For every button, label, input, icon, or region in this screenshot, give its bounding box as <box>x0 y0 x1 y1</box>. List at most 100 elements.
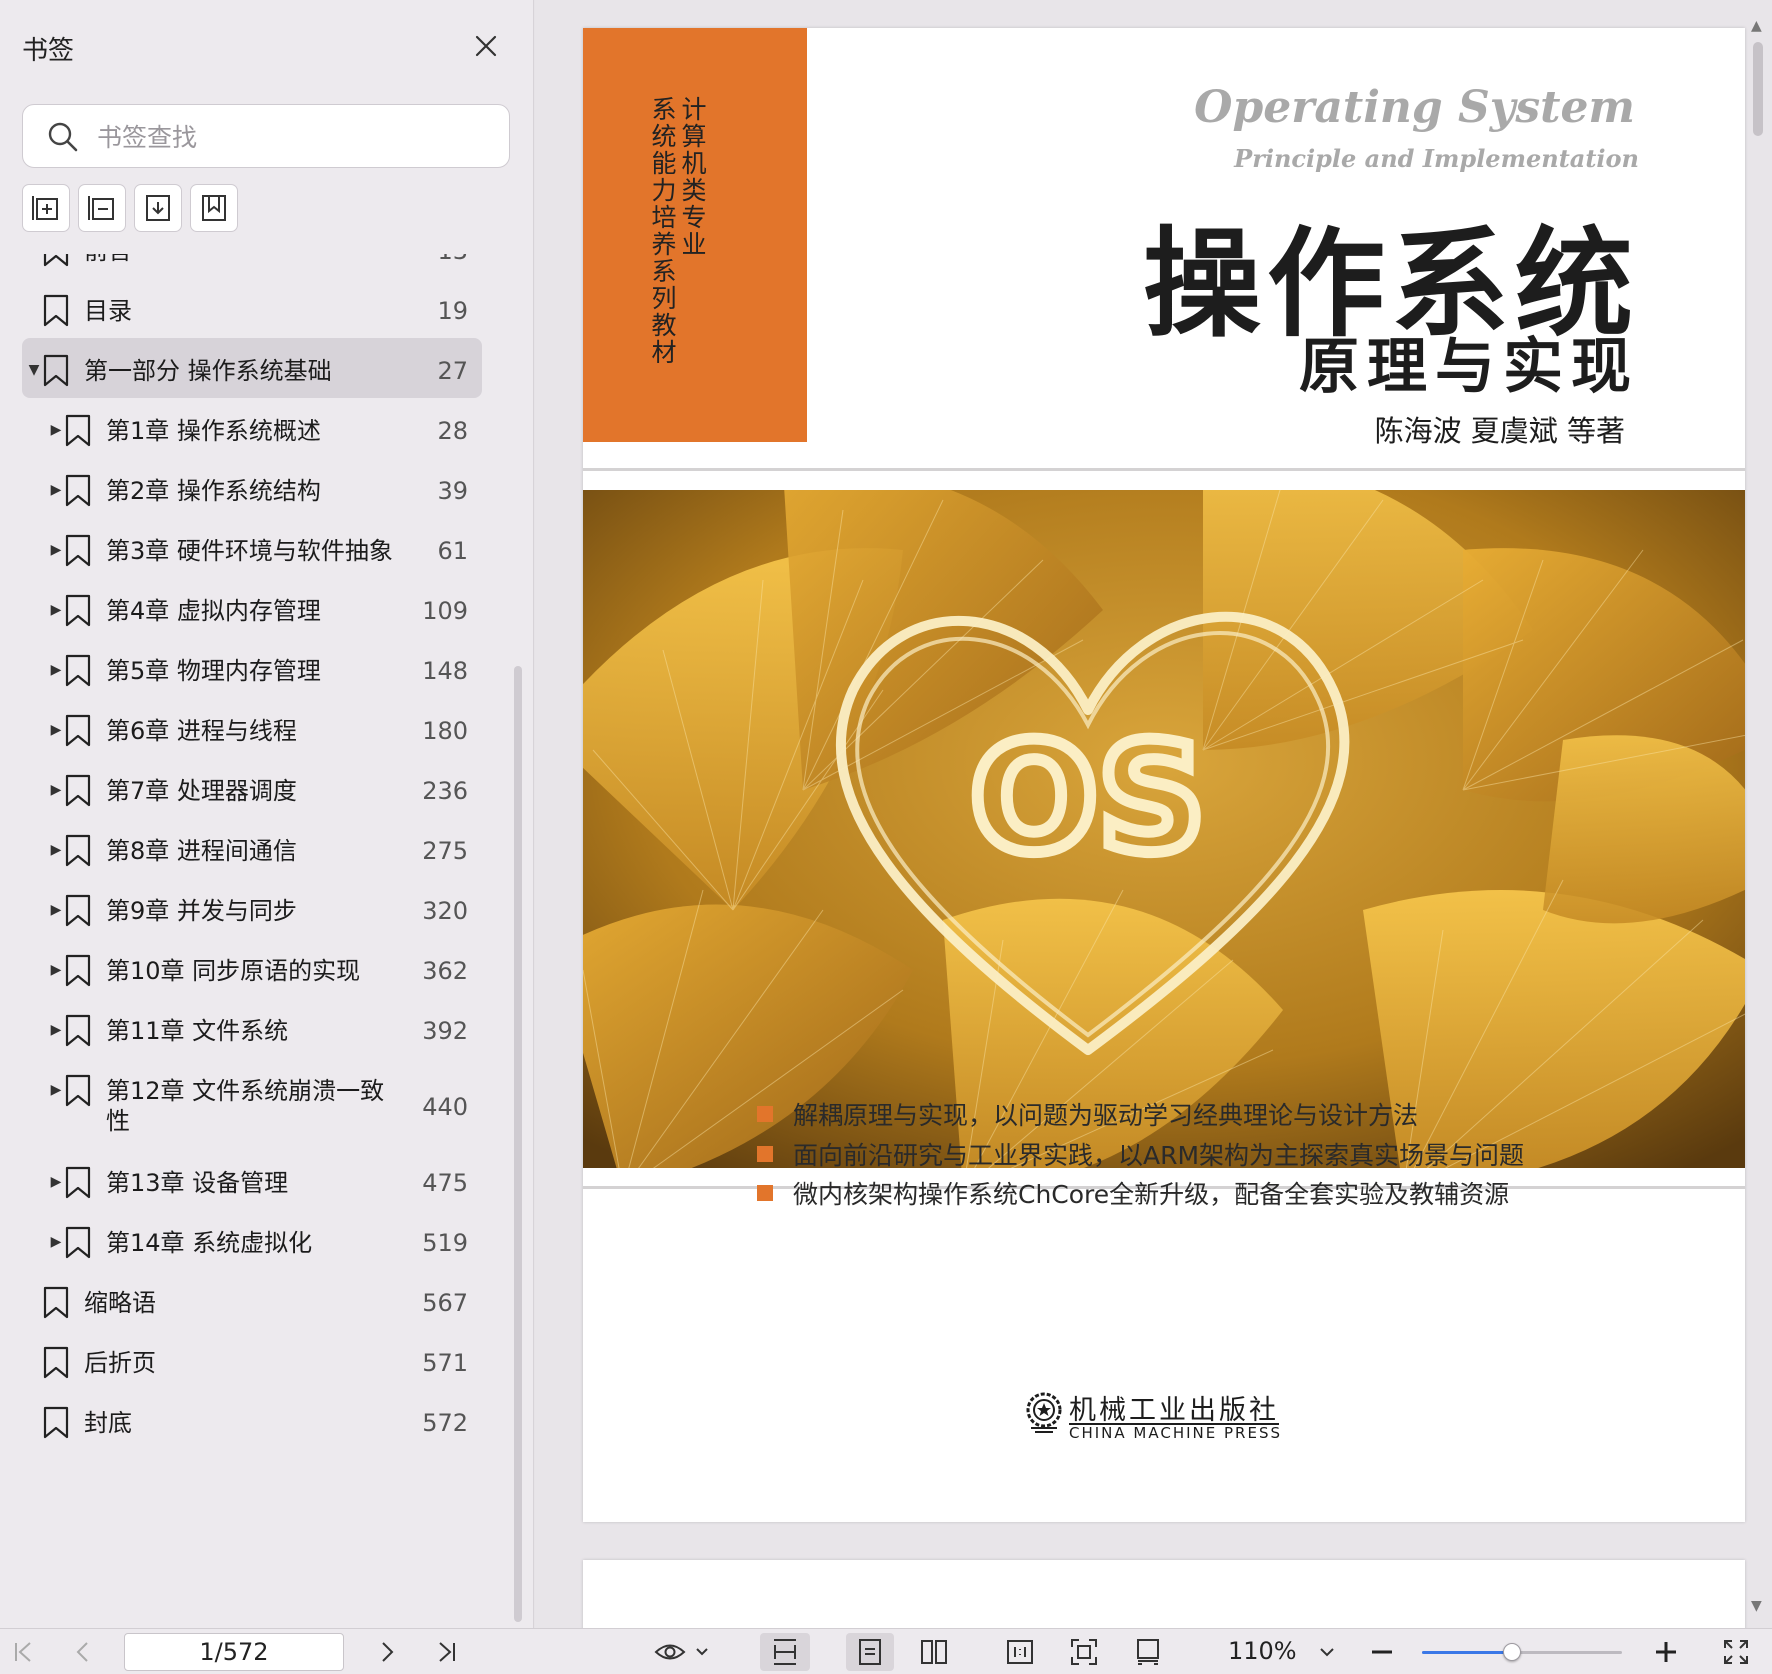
expand-arrow-icon[interactable]: ▶ <box>48 1172 64 1192</box>
bookmark-item[interactable]: 缩略语 567 <box>22 1270 482 1330</box>
expand-arrow-icon[interactable]: ▶ <box>48 1080 64 1100</box>
last-page-icon <box>439 1642 455 1662</box>
bookmark-item[interactable]: ▶ 第9章 并发与同步 320 <box>22 878 482 938</box>
zoom-dropdown[interactable] <box>1312 1633 1342 1671</box>
bookmark-icon <box>43 1346 69 1379</box>
zoom-slider-handle[interactable] <box>1503 1643 1521 1661</box>
bookmark-page-number: 180 <box>422 717 468 745</box>
series-text-1: 计算机类专业 <box>678 96 707 258</box>
expand-arrow-icon[interactable]: ▶ <box>48 660 64 680</box>
zoom-out-button[interactable] <box>1364 1633 1400 1671</box>
sidebar-scrollbar[interactable] <box>514 666 522 1622</box>
bookmark-item[interactable]: ▶ 第12章 文件系统崩溃一致性 440 <box>22 1058 482 1150</box>
actual-size-button[interactable] <box>996 1633 1044 1671</box>
publisher-name: 机械工业出版社 <box>1069 1395 1279 1426</box>
bookmark-item[interactable]: ▼ 第一部分 操作系统基础 27 <box>22 338 482 398</box>
art-os-text: OS <box>970 712 1206 886</box>
bookmark-item[interactable]: ▶ 第10章 同步原语的实现 362 <box>22 938 482 998</box>
series-text-2: 系统能力培养系列教材 <box>648 96 677 366</box>
expand-bookmarks-button[interactable] <box>134 184 182 232</box>
bookmarks-sidebar: 书签 前言 13 目录 19 ▼ 第一部分 操作系统基础 27 ▶ 第1章 操作系统概述 28 ▶ 第… <box>0 0 534 1628</box>
expand-arrow-icon[interactable]: ▶ <box>48 720 64 740</box>
bookmark-item[interactable]: ▶ 第1章 操作系统概述 28 <box>22 398 482 458</box>
bookmark-item[interactable]: 目录 19 <box>22 278 482 338</box>
bookmark-icon <box>65 774 91 807</box>
fit-width-icon <box>774 1639 796 1665</box>
bookmark-page-number: 362 <box>422 957 468 985</box>
bookmark-item[interactable]: ▶ 第11章 文件系统 392 <box>22 998 482 1058</box>
feature-3: 微内核架构操作系统ChCore全新升级，配备全套实验及教辅资源 <box>757 1175 1509 1211</box>
expand-arrow-icon[interactable]: ▶ <box>48 540 64 560</box>
add-bookmark-button[interactable] <box>22 184 70 232</box>
fit-page-button[interactable] <box>1060 1633 1108 1671</box>
expand-arrow-icon[interactable]: ▶ <box>48 1232 64 1252</box>
add-child-bookmark-button[interactable] <box>78 184 126 232</box>
eye-icon <box>654 1644 708 1660</box>
bookmark-label: 缩略语 <box>84 1289 156 1317</box>
two-page-button[interactable] <box>910 1633 958 1671</box>
bookmark-page-number: 61 <box>437 537 468 565</box>
expand-arrow-icon[interactable]: ▶ <box>48 1020 64 1040</box>
bookmark-page-number: 567 <box>422 1289 468 1317</box>
last-page-button[interactable] <box>430 1633 464 1671</box>
fullscreen-icon <box>1724 1640 1748 1664</box>
bookmark-item[interactable]: ▶ 第13章 设备管理 475 <box>22 1150 482 1210</box>
zoom-in-button[interactable] <box>1648 1633 1684 1671</box>
fullscreen-button[interactable] <box>1716 1633 1756 1671</box>
bookmark-label: 第3章 硬件环境与软件抽象 <box>106 537 393 565</box>
bookmark-icon <box>65 954 91 987</box>
bookmark-label: 第4章 虚拟内存管理 <box>106 597 321 625</box>
bookmark-page-number: 519 <box>422 1229 468 1257</box>
book-subtitle: 原理与实现 <box>1299 332 1639 402</box>
bookmark-item[interactable]: 后折页 571 <box>22 1330 482 1390</box>
bookmark-item[interactable]: ▶ 第4章 虚拟内存管理 109 <box>22 578 482 638</box>
expand-arrow-icon[interactable]: ▶ <box>48 420 64 440</box>
scroll-down-icon[interactable]: ▼ <box>1751 1598 1762 1614</box>
bookmark-item[interactable]: ▶ 第3章 硬件环境与软件抽象 61 <box>22 518 482 578</box>
single-page-button[interactable] <box>846 1633 894 1671</box>
fit-width-button[interactable] <box>760 1633 810 1671</box>
scroll-up-icon[interactable]: ▲ <box>1751 18 1762 34</box>
bookmark-label: 目录 <box>84 297 132 325</box>
expand-arrow-icon[interactable]: ▶ <box>48 480 64 500</box>
bookmark-icon <box>65 1074 91 1107</box>
bookmark-item[interactable]: 前言 13 <box>22 254 482 278</box>
first-page-button[interactable] <box>6 1633 40 1671</box>
collapse-arrow-icon[interactable]: ▼ <box>26 360 42 380</box>
bookmark-item[interactable]: ▶ 第2章 操作系统结构 39 <box>22 458 482 518</box>
bookmark-item[interactable]: ▶ 第6章 进程与线程 180 <box>22 698 482 758</box>
bookmark-item[interactable]: ▶ 第5章 物理内存管理 148 <box>22 638 482 698</box>
expand-arrow-icon[interactable]: ▶ <box>48 780 64 800</box>
minus-icon <box>1372 1650 1392 1654</box>
expand-arrow-icon[interactable]: ▶ <box>48 600 64 620</box>
bookmark-item[interactable]: ▶ 第14章 系统虚拟化 519 <box>22 1210 482 1270</box>
bookmark-search[interactable] <box>22 104 510 168</box>
bookmark-icon <box>43 1406 69 1439</box>
chevron-left-icon <box>76 1642 88 1662</box>
document-scrollbar[interactable] <box>1753 42 1763 136</box>
bookmark-outline-icon <box>202 195 226 221</box>
bookmark-page-number: 320 <box>422 897 468 925</box>
bookmark-icon <box>65 1166 91 1199</box>
next-page-button[interactable] <box>370 1633 404 1671</box>
search-icon <box>47 121 79 157</box>
zoom-level: 110% <box>1228 1637 1297 1665</box>
page-number-input[interactable] <box>124 1633 344 1671</box>
bookmark-item[interactable]: ▶ 第8章 进程间通信 275 <box>22 818 482 878</box>
bookmark-tool-button[interactable] <box>190 184 238 232</box>
expand-arrow-icon[interactable]: ▶ <box>48 960 64 980</box>
bookmark-search-input[interactable] <box>97 117 497 157</box>
expand-arrow-icon[interactable]: ▶ <box>48 900 64 920</box>
bookmark-item[interactable]: 封底 572 <box>22 1390 482 1450</box>
previous-page-button[interactable] <box>66 1633 100 1671</box>
zoom-slider-fill <box>1422 1651 1512 1654</box>
close-icon[interactable] <box>470 30 502 62</box>
bookmark-icon <box>65 534 91 567</box>
rotate-button[interactable] <box>1124 1633 1172 1671</box>
bookmark-item[interactable]: ▶ 第7章 处理器调度 236 <box>22 758 482 818</box>
publisher-logo: 机械工业出版社 CHINA MACHINE PRESS <box>1023 1388 1303 1448</box>
zoom-slider[interactable] <box>1422 1643 1622 1661</box>
bookmark-icon <box>65 894 91 927</box>
view-mode-dropdown[interactable] <box>650 1633 714 1671</box>
expand-arrow-icon[interactable]: ▶ <box>48 840 64 860</box>
